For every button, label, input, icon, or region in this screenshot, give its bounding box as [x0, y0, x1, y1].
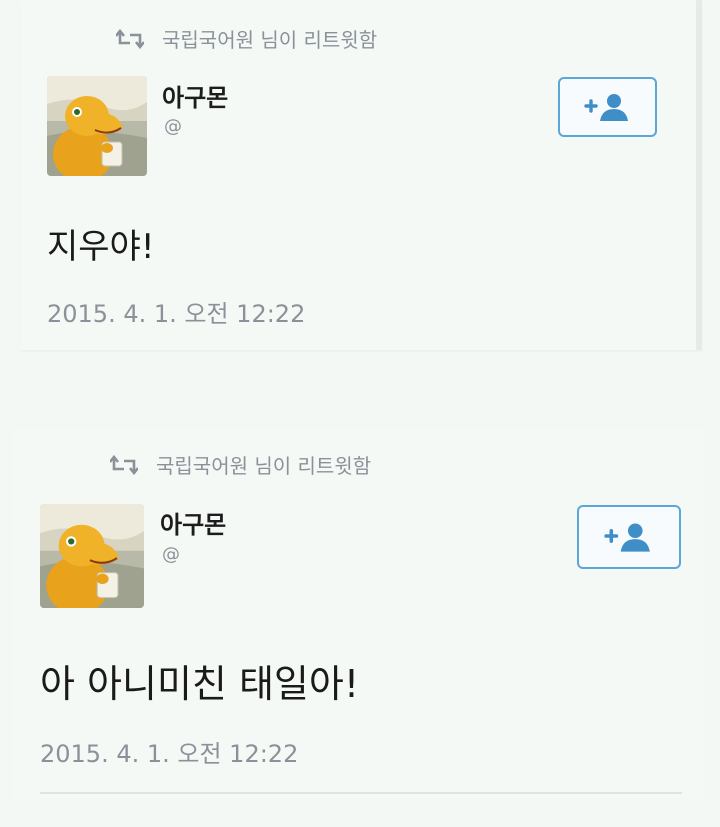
- retweet-context: 국립국어원 님이 리트윗함: [116, 24, 377, 53]
- divider: [40, 792, 682, 794]
- tweet-card[interactable]: 국립국어원 님이 리트윗함 아구몬 @ 지우야! 2015. 4. 1. 오전 …: [20, 0, 702, 350]
- author-name[interactable]: 아구몬: [160, 505, 226, 540]
- follow-button[interactable]: [577, 505, 681, 569]
- author-handle[interactable]: @: [164, 116, 182, 137]
- agumon-avatar-image: [40, 504, 144, 608]
- follow-button[interactable]: [558, 77, 657, 137]
- add-user-icon: [583, 94, 628, 121]
- retweet-context: 국립국어원 님이 리트윗함: [110, 450, 371, 479]
- avatar[interactable]: [40, 504, 144, 608]
- retweet-icon: [110, 454, 138, 475]
- avatar[interactable]: [47, 76, 147, 176]
- author-handle[interactable]: @: [162, 544, 180, 565]
- tweet-timestamp[interactable]: 2015. 4. 1. 오전 12:22: [40, 734, 298, 769]
- tweet-timestamp[interactable]: 2015. 4. 1. 오전 12:22: [47, 294, 305, 329]
- author-name[interactable]: 아구몬: [162, 78, 228, 113]
- retweet-label: 국립국어원 님이 리트윗함: [156, 454, 372, 478]
- tweet-text: 아 아니미친 태일아!: [40, 662, 360, 706]
- tweet-text: 지우야!: [47, 227, 155, 267]
- retweet-label: 국립국어원 님이 리트윗함: [162, 28, 378, 52]
- agumon-avatar-image: [47, 76, 147, 176]
- retweet-icon: [116, 28, 144, 49]
- add-user-icon: [604, 523, 650, 552]
- tweet-card[interactable]: 국립국어원 님이 리트윗함 아구몬 @ 아 아니미친 태일아! 2015. 4.…: [14, 428, 704, 800]
